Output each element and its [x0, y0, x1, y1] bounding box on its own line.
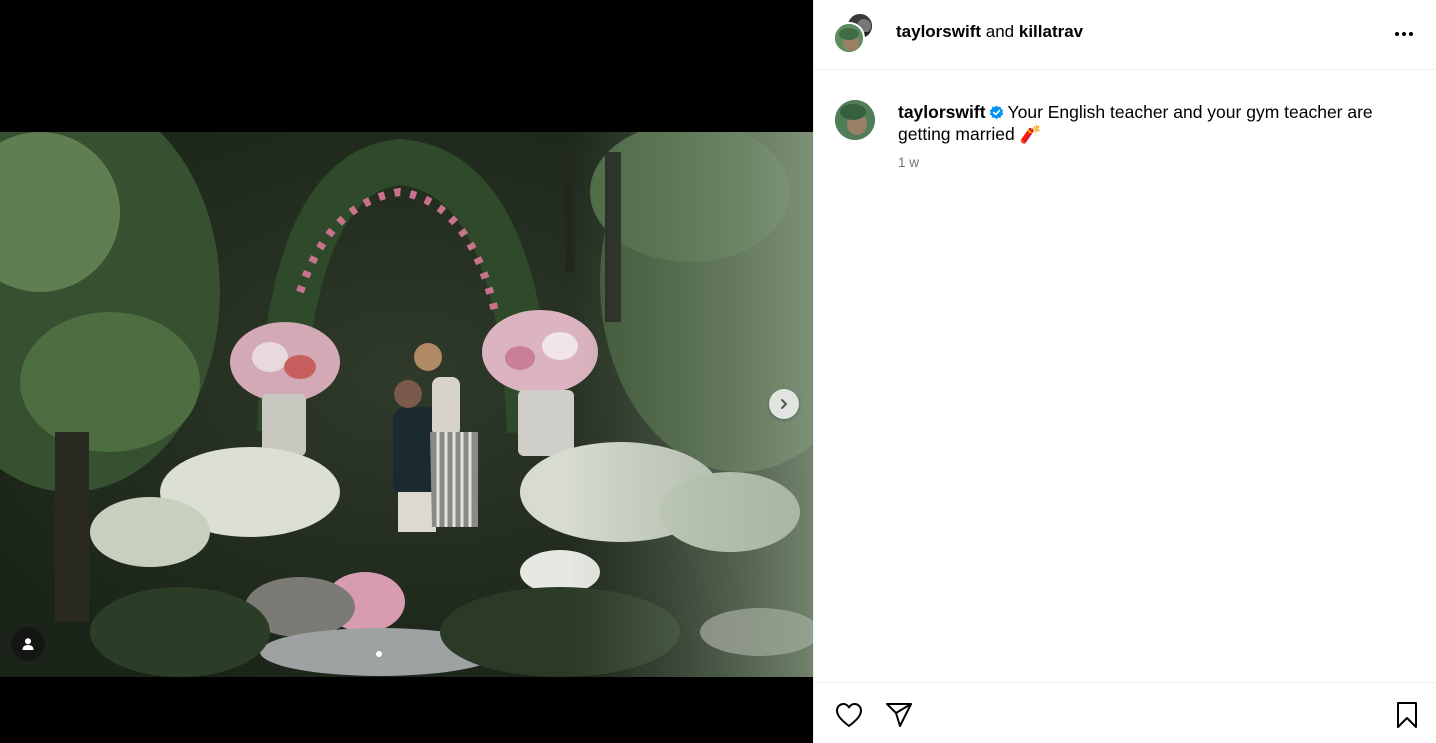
post-authors: taylorswift and killatrav: [896, 21, 1083, 43]
share-button[interactable]: [884, 700, 914, 730]
author-link-killatrav[interactable]: killatrav: [1019, 22, 1083, 41]
caption-emoji: 🧨: [1019, 124, 1042, 144]
verified-badge-icon: [989, 105, 1003, 120]
post-side-panel: taylorswift and killatrav taylorswift You…: [813, 0, 1436, 743]
caption-text-block: taylorswift Your English teacher and your…: [898, 101, 1408, 145]
paper-plane-icon: [886, 703, 912, 727]
carousel-dot-active: [376, 651, 382, 657]
post-header: taylorswift and killatrav: [814, 0, 1436, 70]
more-horizontal-icon: [1395, 32, 1399, 36]
media-pane: [0, 0, 813, 743]
caption-avatar[interactable]: [835, 100, 875, 140]
next-photo-button[interactable]: [769, 389, 799, 419]
post-timestamp[interactable]: 1 w: [898, 155, 919, 170]
collab-avatars[interactable]: [833, 12, 877, 56]
like-button[interactable]: [834, 700, 864, 730]
caption-username[interactable]: taylorswift: [898, 102, 986, 122]
chevron-right-icon: [781, 399, 787, 409]
post-photo[interactable]: [0, 132, 813, 677]
save-button[interactable]: [1392, 700, 1422, 730]
tagged-users-button[interactable]: [11, 627, 45, 661]
author-connector: and: [985, 22, 1015, 41]
post-actions: [814, 682, 1436, 743]
avatar-taylorswift[interactable]: [833, 22, 865, 54]
garden-proposal-image: [0, 132, 813, 677]
carousel-indicator: [376, 651, 382, 657]
more-options-button[interactable]: [1392, 22, 1416, 46]
heart-icon: [836, 703, 862, 727]
author-link-taylorswift[interactable]: taylorswift: [896, 22, 981, 41]
bookmark-icon: [1397, 702, 1417, 728]
person-icon: [22, 638, 34, 650]
